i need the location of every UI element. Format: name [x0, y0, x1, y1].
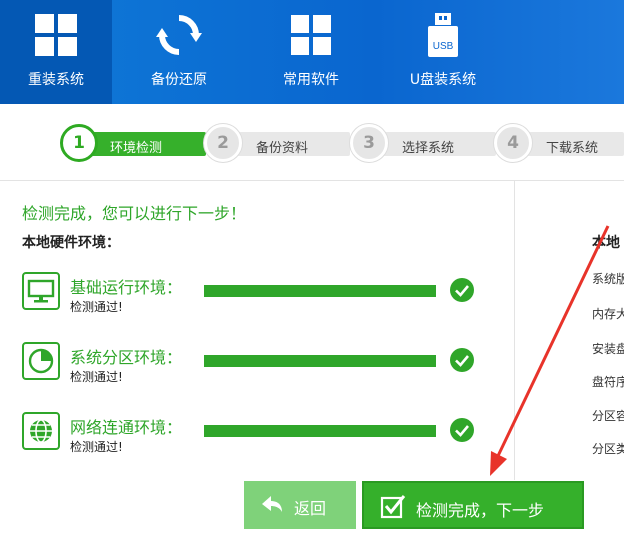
apps-grid-icon [291, 15, 331, 55]
back-button-label: 返回 [294, 499, 327, 518]
check-row-network-env: 网络连通环境： 检测通过! [22, 412, 492, 462]
check-circle-icon [450, 418, 474, 442]
nav-item-common-software[interactable]: 常用软件 [255, 0, 367, 104]
check-circle-icon [450, 278, 474, 302]
check-result: 检测通过! [70, 300, 123, 314]
check-name: 网络连通环境： [70, 418, 183, 437]
step-number: 2 [204, 124, 242, 162]
step-4: 4 下载系统 [494, 124, 624, 162]
monitor-icon [22, 272, 60, 310]
progress-bar [204, 285, 436, 297]
back-button[interactable]: 返回 [244, 481, 356, 529]
back-arrow-icon [262, 496, 282, 512]
step-label: 选择系统 [402, 141, 455, 156]
right-panel-item: 安装盘 [592, 342, 624, 356]
nav-item-usb-install[interactable]: USB U盘装系统 [387, 0, 499, 104]
nav-label: 重装系统 [28, 72, 84, 88]
svg-text:USB: USB [433, 41, 454, 52]
nav-item-reinstall-system[interactable]: 重装系统 [0, 0, 112, 104]
progress-steps: 1 环境检测 2 备份资料 3 选择系统 4 下载系统 [0, 120, 624, 166]
step-label: 备份资料 [256, 141, 309, 156]
step-3: 3 选择系统 [350, 124, 496, 162]
step-1: 1 环境检测 [60, 124, 208, 162]
progress-fill [204, 285, 436, 297]
progress-bar [204, 425, 436, 437]
step-number: 3 [350, 124, 388, 162]
divider [514, 180, 515, 480]
next-step-button[interactable]: 检测完成，下一步 [362, 481, 584, 529]
nav-label: 常用软件 [283, 72, 339, 88]
step-label: 下载系统 [546, 141, 599, 156]
step-number: 4 [494, 124, 532, 162]
right-panel-item: 分区容 [592, 409, 624, 423]
right-panel-title: 本地 [592, 235, 620, 251]
check-result: 检测通过! [70, 370, 123, 384]
next-step-button-label: 检测完成，下一步 [416, 501, 545, 520]
nav-label: U盘装系统 [409, 72, 477, 88]
progress-bar [204, 355, 436, 367]
windows-icon [35, 14, 77, 56]
check-result: 检测通过! [70, 440, 123, 454]
right-panel-item: 盘符序 [592, 375, 624, 389]
checkbox-checked-icon [380, 495, 406, 519]
usb-drive-icon: USB [428, 13, 458, 57]
top-nav-bar: 重装系统 备份还原 常用软件 USB U盘装系统 [0, 0, 624, 104]
pie-chart-icon [22, 342, 60, 380]
step-label: 环境检测 [110, 141, 163, 156]
step-2: 2 备份资料 [204, 124, 350, 162]
right-panel-item: 内存大 [592, 307, 624, 321]
check-name: 系统分区环境： [70, 348, 183, 367]
right-panel-item: 系统版 [592, 272, 624, 286]
nav-item-backup-restore[interactable]: 备份还原 [123, 0, 235, 104]
app-window: 重装系统 备份还原 常用软件 USB U盘装系统 1 环境检测 2 备份资料 3… [0, 0, 624, 540]
progress-fill [204, 425, 436, 437]
check-name: 基础运行环境： [70, 278, 183, 297]
step-number: 1 [60, 124, 98, 162]
check-row-basic-env: 基础运行环境： 检测通过! [22, 272, 492, 322]
progress-fill [204, 355, 436, 367]
check-row-partition-env: 系统分区环境： 检测通过! [22, 342, 492, 392]
hardware-title: 本地硬件环境： [22, 235, 120, 251]
nav-label: 备份还原 [151, 72, 207, 88]
divider [0, 180, 624, 181]
right-panel-item: 分区类 [592, 442, 624, 456]
status-message: 检测完成，您可以进行下一步！ [22, 204, 247, 223]
sync-icon [156, 15, 202, 55]
check-circle-icon [450, 348, 474, 372]
globe-icon [22, 412, 60, 450]
